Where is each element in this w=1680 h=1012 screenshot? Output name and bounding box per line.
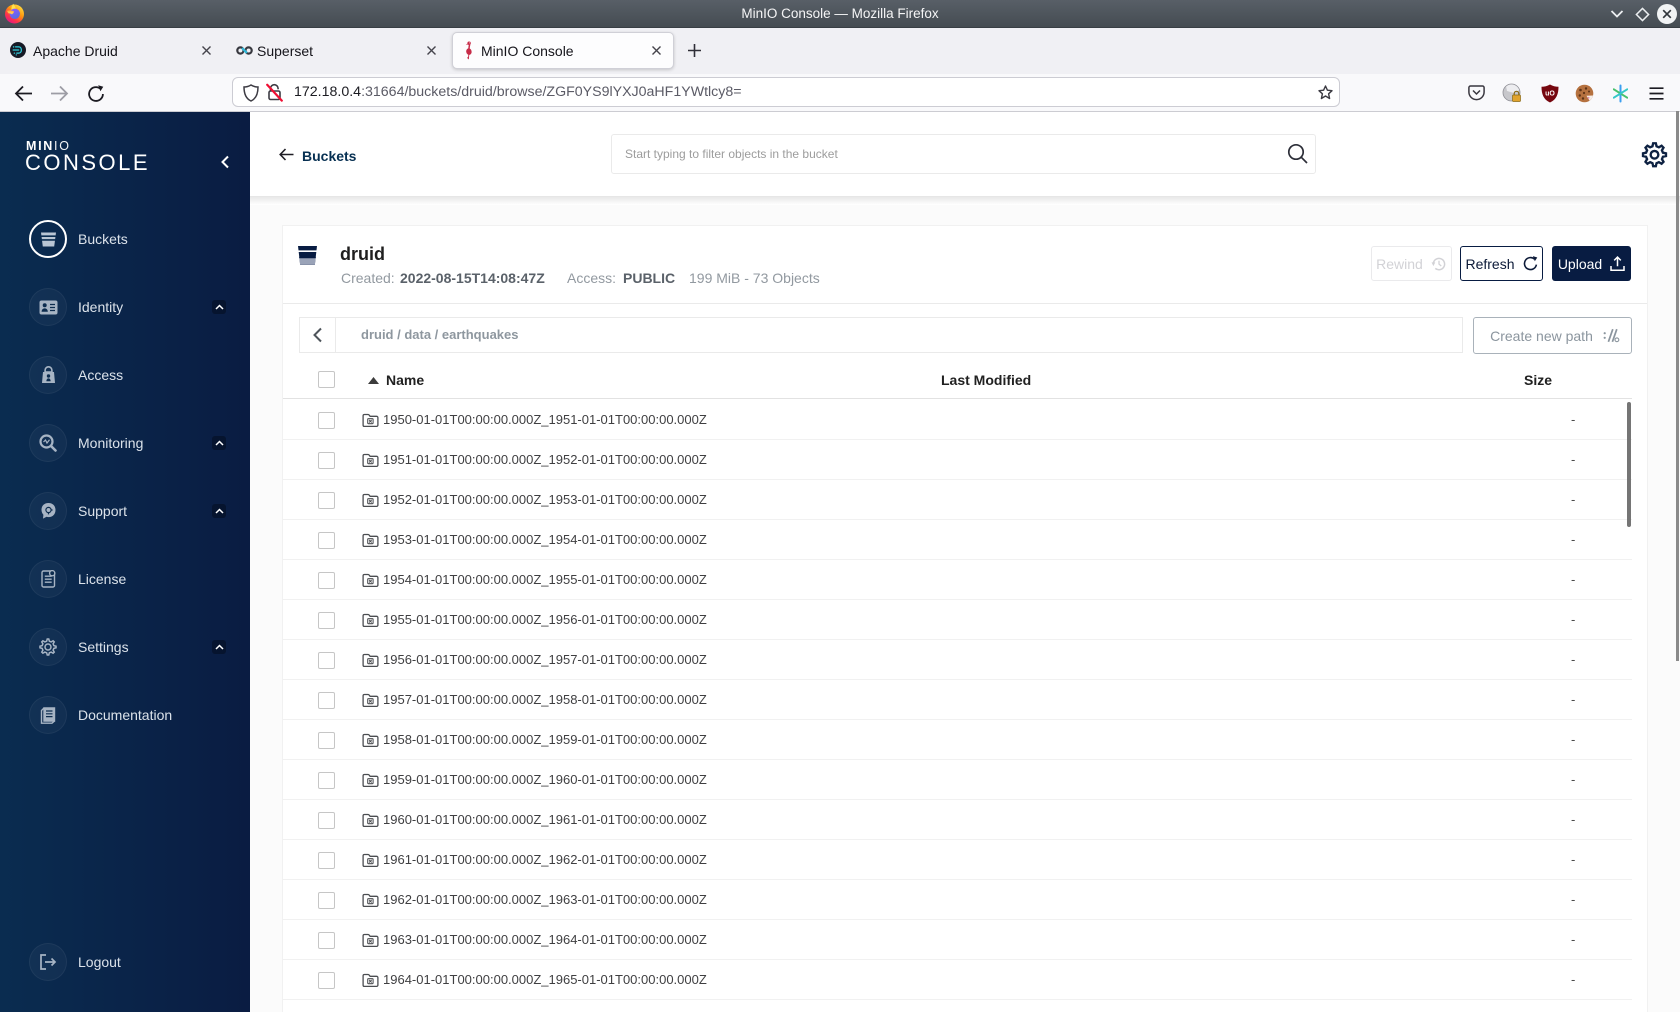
svg-text:uO: uO [1545, 91, 1555, 98]
